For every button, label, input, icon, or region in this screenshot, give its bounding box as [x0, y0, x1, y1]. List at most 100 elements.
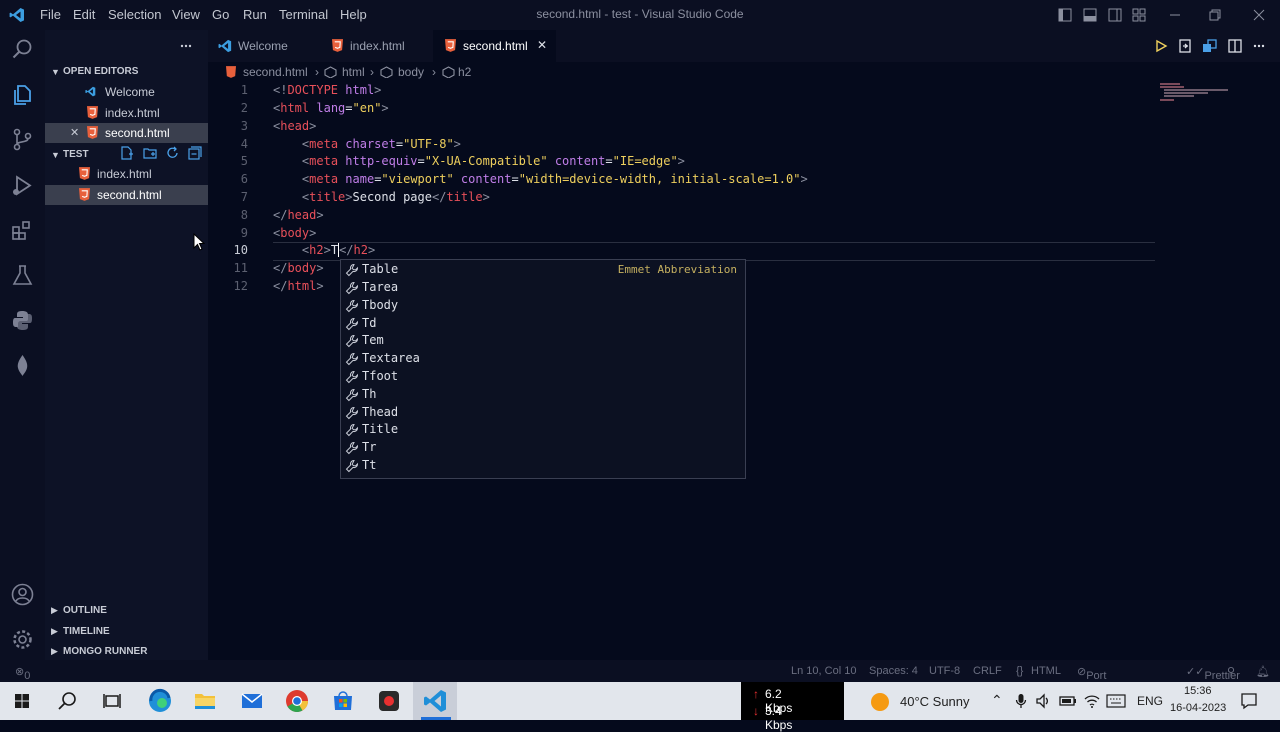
suggestion-item[interactable]: Th: [341, 386, 745, 404]
tab-welcome[interactable]: Welcome: [208, 30, 320, 62]
breadcrumb-item[interactable]: html: [342, 65, 365, 79]
notifications-bell-icon[interactable]: 🔔︎: [1256, 665, 1270, 678]
collapse-all-icon[interactable]: [188, 146, 202, 160]
suggestion-item[interactable]: TTable Emmet Abbreviation: [341, 261, 745, 279]
customize-layout-icon[interactable]: [1132, 8, 1146, 22]
prettier-status[interactable]: ✓✓ Prettier: [1186, 665, 1240, 682]
breadcrumb-item[interactable]: body: [398, 65, 424, 79]
mongodb-icon[interactable]: [10, 353, 35, 378]
toggle-panel-icon[interactable]: [1083, 8, 1097, 22]
file-index-html[interactable]: index.html: [45, 164, 208, 184]
feedback-icon[interactable]: ⚲: [1227, 665, 1235, 678]
restore-icon[interactable]: [1208, 8, 1222, 22]
suggestion-item[interactable]: Thead: [341, 404, 745, 422]
split-editor-icon[interactable]: [1228, 39, 1242, 53]
vscode-taskbar-icon[interactable]: [416, 682, 454, 720]
screen-recorder-icon[interactable]: [370, 682, 408, 720]
clock-time[interactable]: 15:36: [1184, 685, 1212, 697]
minimap[interactable]: [1160, 82, 1270, 112]
weather-icon[interactable]: [871, 693, 889, 711]
source-control-icon[interactable]: [10, 127, 35, 152]
suggestion-item[interactable]: Tfoot: [341, 368, 745, 386]
chevron-right-icon[interactable]: ▶: [51, 646, 58, 657]
volume-icon[interactable]: [1035, 693, 1051, 709]
file-explorer-icon[interactable]: [186, 682, 224, 720]
battery-icon[interactable]: [1059, 695, 1077, 707]
refresh-icon[interactable]: [166, 146, 180, 160]
live-share-icon[interactable]: [1202, 39, 1218, 53]
search-icon[interactable]: [10, 37, 35, 62]
run-debug-icon[interactable]: [10, 173, 35, 198]
more-actions-icon[interactable]: [179, 39, 193, 53]
run-icon[interactable]: [1154, 39, 1168, 53]
python-icon[interactable]: [10, 308, 35, 333]
file-second-html[interactable]: second.html: [45, 185, 208, 205]
open-editors-header[interactable]: OPEN EDITORS: [63, 66, 138, 77]
new-file-icon[interactable]: [120, 146, 134, 160]
chevron-right-icon[interactable]: ▶: [51, 605, 58, 616]
search-icon[interactable]: [48, 682, 86, 720]
encoding[interactable]: UTF-8: [929, 665, 960, 677]
live-server-port[interactable]: ⊘ Port : 5500: [1077, 665, 1111, 706]
cursor-position[interactable]: Ln 10, Col 10: [791, 665, 856, 677]
vscode-icon: [85, 86, 96, 97]
minimize-icon[interactable]: [1168, 8, 1182, 22]
outline-header[interactable]: OUTLINE: [63, 605, 107, 616]
new-folder-icon[interactable]: [143, 146, 157, 160]
timeline-header[interactable]: TIMELINE: [63, 626, 110, 637]
close-icon[interactable]: [1252, 8, 1266, 22]
windows-start-icon[interactable]: [3, 682, 41, 720]
suggestion-item[interactable]: Tt: [341, 457, 745, 475]
testing-icon[interactable]: [10, 263, 35, 288]
mail-icon[interactable]: [233, 682, 271, 720]
tab-second-html[interactable]: second.html ✕: [433, 30, 556, 62]
suggestion-label: Tfoot: [362, 369, 399, 383]
task-view-icon[interactable]: [93, 682, 131, 720]
open-editor-welcome[interactable]: Welcome: [45, 82, 208, 102]
element-icon: [324, 66, 337, 78]
indentation[interactable]: Spaces: 4: [869, 665, 918, 677]
close-tab-icon[interactable]: ✕: [537, 38, 547, 52]
language-mode[interactable]: HTML: [1031, 665, 1061, 677]
weather-widget[interactable]: 40°C Sunny: [900, 694, 970, 709]
suggestion-item[interactable]: Tbody: [341, 297, 745, 315]
extensions-icon[interactable]: [10, 218, 35, 243]
problems-indicator[interactable]: ⊗ 0 ⚠ 0: [15, 665, 34, 707]
chrome-icon[interactable]: [278, 682, 316, 720]
suggestion-item[interactable]: Tem: [341, 332, 745, 350]
explorer-icon[interactable]: [10, 82, 35, 107]
toggle-secondary-sidebar-icon[interactable]: [1108, 8, 1122, 22]
chevron-right-icon[interactable]: ▶: [51, 626, 58, 637]
chevron-down-icon[interactable]: ▼: [51, 67, 60, 77]
breadcrumb-item[interactable]: h2: [458, 65, 471, 79]
mongo-runner-header[interactable]: MONGO RUNNER: [63, 646, 147, 657]
breadcrumb-item[interactable]: second.html: [243, 65, 308, 79]
line-ending[interactable]: CRLF: [973, 665, 1002, 677]
suggestion-item[interactable]: Tr: [341, 439, 745, 457]
notification-center-icon[interactable]: [1240, 692, 1258, 710]
clock-date[interactable]: 16-04-2023: [1170, 702, 1226, 714]
suggestion-label: Tbody: [362, 298, 399, 312]
suggestion-item[interactable]: Title: [341, 421, 745, 439]
suggestion-item[interactable]: Td: [341, 315, 745, 333]
microsoft-store-icon[interactable]: [324, 682, 362, 720]
open-preview-icon[interactable]: [1178, 39, 1192, 53]
chevron-down-icon[interactable]: ▼: [51, 150, 60, 160]
edge-browser-icon[interactable]: [141, 682, 179, 720]
suggestion-item[interactable]: Textarea: [341, 350, 745, 368]
tab-index-html[interactable]: index.html: [320, 30, 433, 62]
toggle-sidebar-icon[interactable]: [1058, 8, 1072, 22]
microphone-icon[interactable]: [1015, 693, 1027, 709]
suggestion-item[interactable]: Tarea: [341, 279, 745, 297]
open-editor-index-html[interactable]: index.html: [45, 103, 208, 123]
wifi-icon[interactable]: [1083, 693, 1101, 709]
open-editor-second-html[interactable]: ✕ second.html: [45, 123, 208, 143]
folder-header[interactable]: TEST: [63, 149, 89, 160]
settings-gear-icon[interactable]: [10, 627, 35, 652]
input-language[interactable]: ENG: [1137, 694, 1163, 708]
close-editor-icon[interactable]: ✕: [70, 126, 79, 139]
more-actions-icon[interactable]: [1252, 39, 1266, 53]
account-icon[interactable]: [10, 582, 35, 607]
keyboard-icon[interactable]: [1106, 694, 1126, 708]
chevron-up-icon[interactable]: ⌃: [991, 692, 1003, 709]
